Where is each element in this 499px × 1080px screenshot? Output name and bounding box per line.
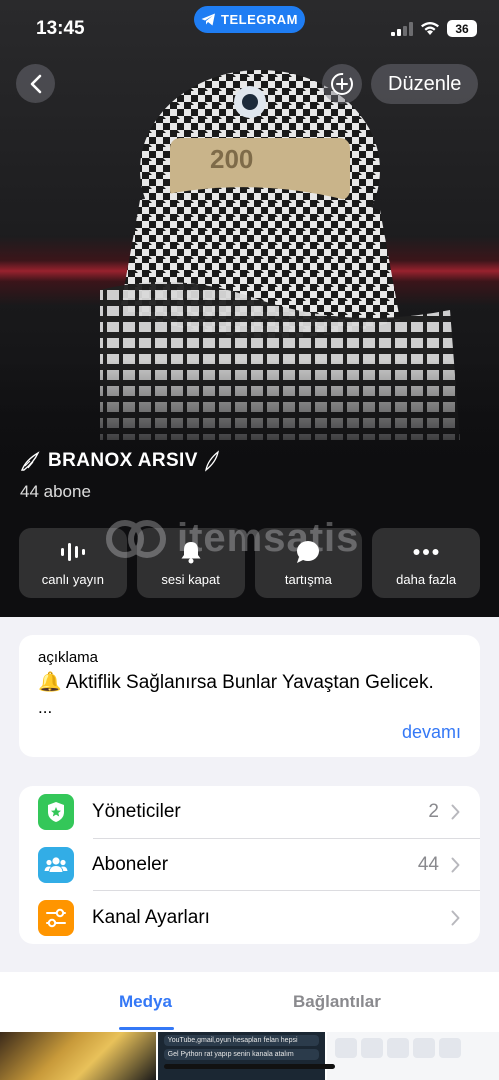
- tab-media[interactable]: Medya: [119, 992, 172, 1012]
- add-member-button[interactable]: [322, 64, 362, 104]
- more-dots-icon: [413, 540, 439, 564]
- media-thumbnail[interactable]: [327, 1032, 499, 1080]
- live-stream-button[interactable]: canlı yayın: [19, 528, 127, 598]
- channel-settings-label: Kanal Ayarları: [92, 906, 210, 928]
- telegram-pill-label: TELEGRAM: [221, 12, 298, 27]
- media-thumbnail[interactable]: YouTube,gmail,oyun hesapları felan hepsi…: [157, 1032, 326, 1080]
- thumbnail-tile: [413, 1038, 436, 1058]
- more-button[interactable]: daha fazla: [372, 528, 480, 598]
- admins-label: Yöneticiler: [92, 801, 181, 823]
- edit-button[interactable]: Düzenle: [371, 64, 479, 104]
- thumbnail-chat-line: Gel Python rat yapıp senin kanala atalım: [163, 1049, 320, 1060]
- thumbnail-chat-line: YouTube,gmail,oyun hesapları felan hepsi: [163, 1035, 320, 1046]
- description-text: 🔔 Aktiflik Sağlanırsa Bunlar Yavaştan Ge…: [38, 672, 434, 693]
- show-more-link[interactable]: devamı: [402, 722, 461, 743]
- subscribers-label: Aboneler: [92, 854, 169, 876]
- live-waveform-icon: [60, 540, 86, 564]
- content-tabs: Medya Bağlantılar: [0, 972, 499, 1032]
- description-label: açıklama: [38, 649, 99, 666]
- channel-settings-list: Yöneticiler 2 Aboneler 44 Kanal Ayarları: [19, 786, 480, 944]
- tab-links[interactable]: Bağlantılar: [293, 992, 381, 1012]
- live-stream-label: canlı yayın: [41, 571, 104, 587]
- people-icon: [38, 847, 74, 884]
- media-thumbnail[interactable]: [0, 1032, 156, 1080]
- sliders-icon: [38, 899, 74, 936]
- thumbnail-tile: [439, 1038, 462, 1058]
- mute-button[interactable]: sesi kapat: [136, 528, 245, 598]
- chevron-right-icon: [451, 856, 461, 874]
- thumbnail-tile: [335, 1038, 358, 1058]
- status-indicators: 36: [391, 20, 477, 37]
- back-button[interactable]: [16, 64, 55, 103]
- telegram-pill[interactable]: TELEGRAM: [194, 6, 305, 33]
- status-bar: 13:45 TELEGRAM 36: [0, 0, 499, 56]
- discussion-button[interactable]: tartışma: [254, 528, 363, 598]
- cellular-signal-icon: [391, 21, 413, 36]
- feather-left-icon: [20, 451, 40, 471]
- description-card: açıklama 🔔 Aktiflik Sağlanırsa Bunlar Ya…: [19, 635, 480, 757]
- subscriber-count: 44 abone: [20, 482, 91, 501]
- admins-count: 2: [428, 801, 439, 823]
- more-label: daha fazla: [396, 571, 457, 587]
- channel-title-row: BRANOX ARSIV: [20, 450, 220, 472]
- subscribers-row-count: 44: [417, 854, 439, 876]
- subscribers-row[interactable]: Aboneler 44: [19, 839, 480, 892]
- bell-icon: [180, 540, 202, 564]
- svg-text:200: 200: [210, 144, 253, 174]
- discussion-label: tartışma: [284, 571, 332, 587]
- channel-name: BRANOX ARSIV: [48, 450, 198, 471]
- mute-label: sesi kapat: [161, 571, 220, 587]
- chevron-left-icon: [30, 74, 41, 93]
- battery-indicator: 36: [447, 20, 477, 37]
- chevron-right-icon: [451, 803, 461, 821]
- home-indicator[interactable]: [164, 1064, 335, 1069]
- thumbnail-tile: [361, 1038, 384, 1058]
- channel-actions: canlı yayın sesi kapat tartışma daha faz…: [19, 528, 480, 598]
- admins-row[interactable]: Yöneticiler 2: [19, 786, 480, 839]
- status-time: 13:45: [36, 18, 85, 39]
- chat-bubble-icon: [296, 540, 320, 564]
- active-tab-indicator: [119, 1027, 174, 1030]
- admin-shield-icon: [38, 794, 74, 831]
- feather-right-icon: [204, 450, 219, 472]
- description-ellipsis: ...: [38, 698, 53, 717]
- paper-plane-icon: [201, 13, 216, 26]
- media-grid: YouTube,gmail,oyun hesapları felan hepsi…: [0, 1032, 499, 1080]
- add-circle-icon: [331, 73, 353, 95]
- chevron-right-icon: [451, 909, 461, 927]
- thumbnail-tile: [387, 1038, 410, 1058]
- wifi-icon: [421, 22, 439, 35]
- channel-settings-row[interactable]: Kanal Ayarları: [19, 891, 480, 944]
